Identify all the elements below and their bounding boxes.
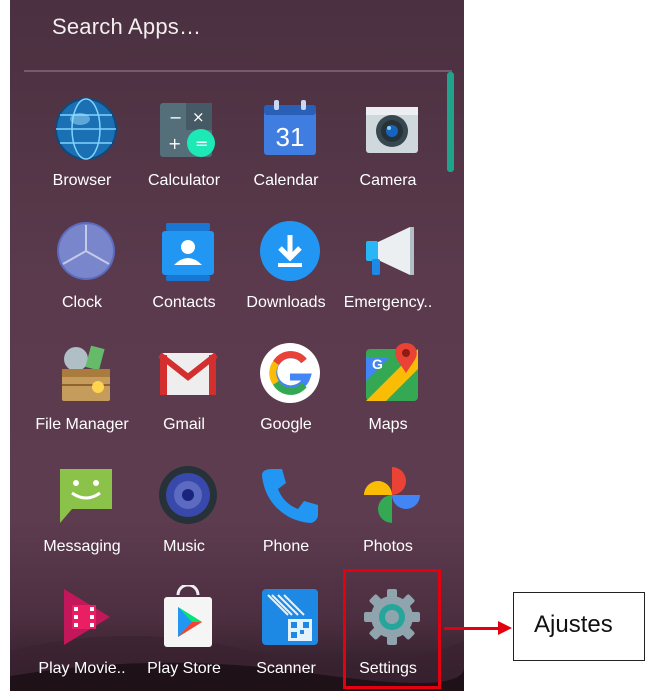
search-apps-input[interactable]: Search Apps… xyxy=(52,14,201,40)
messaging-icon xyxy=(60,469,112,523)
callout-label: Ajustes xyxy=(534,611,613,638)
app-label: Emergency.. xyxy=(343,294,433,311)
file-manager-icon xyxy=(62,345,110,401)
calendar-day: 31 xyxy=(276,122,305,152)
settings-highlight-box xyxy=(343,569,441,689)
svg-text:−: − xyxy=(169,108,182,127)
svg-text:G: G xyxy=(372,356,383,372)
maps-icon: G xyxy=(366,343,418,401)
pinwheel-icon xyxy=(364,467,420,523)
megaphone-icon xyxy=(366,227,414,275)
camera-icon xyxy=(366,107,418,153)
clock-icon xyxy=(57,222,115,280)
callout-arrow-line xyxy=(444,627,500,630)
play-store-icon xyxy=(164,585,212,647)
calendar-icon: 31 xyxy=(264,100,316,155)
svg-text:=: = xyxy=(195,134,208,153)
svg-text:×: × xyxy=(192,108,205,126)
arrowhead-icon xyxy=(498,621,512,635)
speaker-icon xyxy=(159,466,217,524)
app-label: Photos xyxy=(363,538,413,555)
phone-icon xyxy=(262,469,318,523)
app-label: Camera xyxy=(359,172,417,189)
browser-globe-icon xyxy=(55,98,117,160)
gmail-icon xyxy=(158,352,218,395)
svg-text:+: + xyxy=(168,134,181,153)
calculator-icon: − × + = xyxy=(160,103,215,157)
google-g-icon xyxy=(260,343,320,403)
scrollbar[interactable] xyxy=(447,72,454,172)
play-movies-icon xyxy=(64,589,110,645)
app-label: Maps xyxy=(368,416,408,433)
callout-box: Ajustes xyxy=(513,592,645,661)
contacts-icon xyxy=(162,223,214,281)
search-divider xyxy=(24,70,452,72)
barcode-scanner-icon xyxy=(262,589,318,645)
download-icon xyxy=(260,221,320,281)
